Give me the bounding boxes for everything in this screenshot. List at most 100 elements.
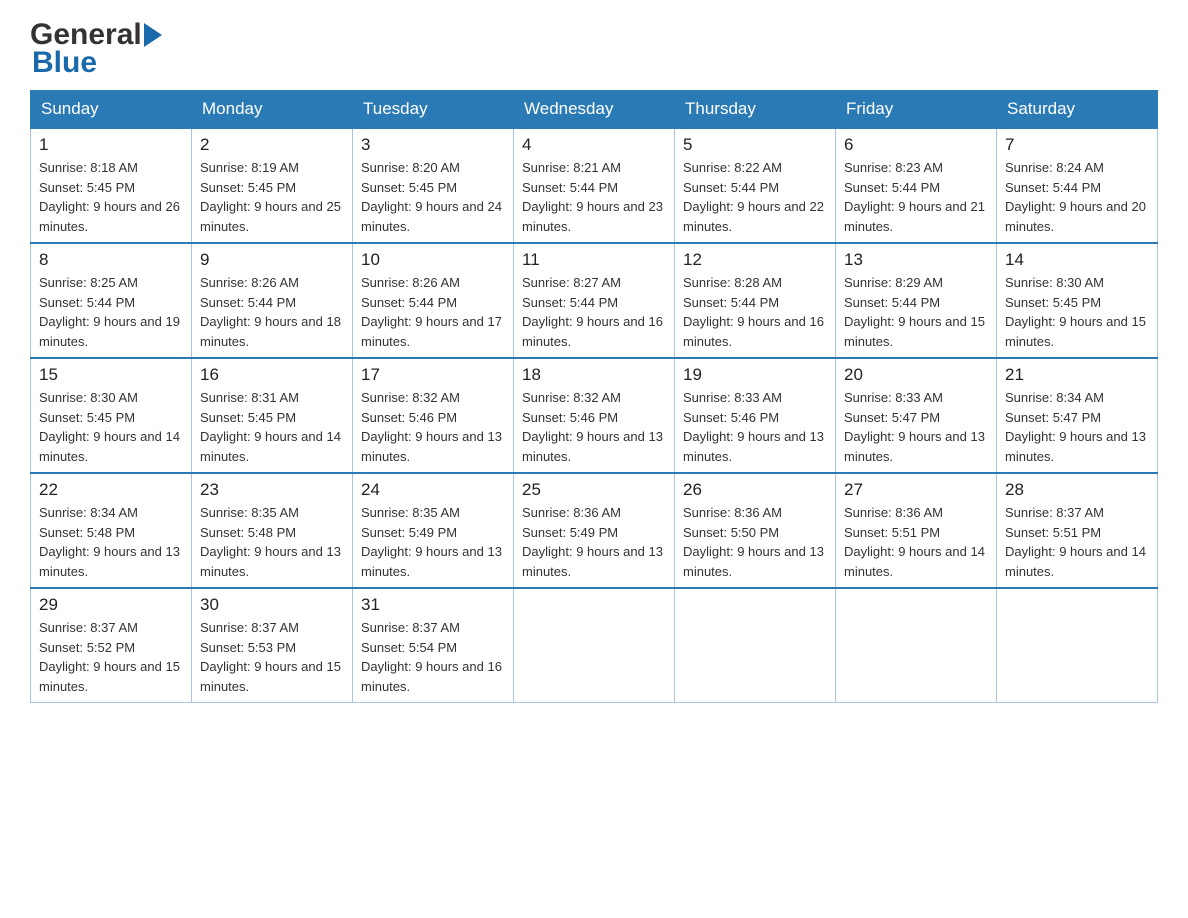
calendar-cell: 12 Sunrise: 8:28 AMSunset: 5:44 PMDaylig… xyxy=(675,243,836,358)
weekday-header-saturday: Saturday xyxy=(997,91,1158,129)
weekday-header-friday: Friday xyxy=(836,91,997,129)
calendar-body: 1 Sunrise: 8:18 AMSunset: 5:45 PMDayligh… xyxy=(31,128,1158,703)
day-number: 7 xyxy=(1005,135,1149,155)
calendar-week-1: 1 Sunrise: 8:18 AMSunset: 5:45 PMDayligh… xyxy=(31,128,1158,243)
day-number: 23 xyxy=(200,480,344,500)
day-number: 26 xyxy=(683,480,827,500)
weekday-header-thursday: Thursday xyxy=(675,91,836,129)
day-number: 27 xyxy=(844,480,988,500)
weekday-header-row: SundayMondayTuesdayWednesdayThursdayFrid… xyxy=(31,91,1158,129)
day-info: Sunrise: 8:20 AMSunset: 5:45 PMDaylight:… xyxy=(361,158,505,236)
calendar-cell: 23 Sunrise: 8:35 AMSunset: 5:48 PMDaylig… xyxy=(192,473,353,588)
day-number: 22 xyxy=(39,480,183,500)
calendar-cell xyxy=(836,588,997,703)
day-info: Sunrise: 8:34 AMSunset: 5:47 PMDaylight:… xyxy=(1005,388,1149,466)
calendar-cell: 29 Sunrise: 8:37 AMSunset: 5:52 PMDaylig… xyxy=(31,588,192,703)
weekday-header-wednesday: Wednesday xyxy=(514,91,675,129)
day-info: Sunrise: 8:23 AMSunset: 5:44 PMDaylight:… xyxy=(844,158,988,236)
day-info: Sunrise: 8:36 AMSunset: 5:50 PMDaylight:… xyxy=(683,503,827,581)
calendar-cell xyxy=(997,588,1158,703)
calendar-cell: 2 Sunrise: 8:19 AMSunset: 5:45 PMDayligh… xyxy=(192,128,353,243)
calendar-cell: 26 Sunrise: 8:36 AMSunset: 5:50 PMDaylig… xyxy=(675,473,836,588)
day-number: 31 xyxy=(361,595,505,615)
day-number: 12 xyxy=(683,250,827,270)
calendar-cell: 3 Sunrise: 8:20 AMSunset: 5:45 PMDayligh… xyxy=(353,128,514,243)
day-info: Sunrise: 8:24 AMSunset: 5:44 PMDaylight:… xyxy=(1005,158,1149,236)
calendar-week-5: 29 Sunrise: 8:37 AMSunset: 5:52 PMDaylig… xyxy=(31,588,1158,703)
logo: General Blue xyxy=(30,20,164,80)
calendar-header: SundayMondayTuesdayWednesdayThursdayFrid… xyxy=(31,91,1158,129)
day-info: Sunrise: 8:21 AMSunset: 5:44 PMDaylight:… xyxy=(522,158,666,236)
calendar-cell: 9 Sunrise: 8:26 AMSunset: 5:44 PMDayligh… xyxy=(192,243,353,358)
day-info: Sunrise: 8:26 AMSunset: 5:44 PMDaylight:… xyxy=(200,273,344,351)
calendar-week-2: 8 Sunrise: 8:25 AMSunset: 5:44 PMDayligh… xyxy=(31,243,1158,358)
day-number: 15 xyxy=(39,365,183,385)
calendar-cell: 30 Sunrise: 8:37 AMSunset: 5:53 PMDaylig… xyxy=(192,588,353,703)
day-info: Sunrise: 8:19 AMSunset: 5:45 PMDaylight:… xyxy=(200,158,344,236)
calendar-cell: 24 Sunrise: 8:35 AMSunset: 5:49 PMDaylig… xyxy=(353,473,514,588)
day-number: 3 xyxy=(361,135,505,155)
day-info: Sunrise: 8:36 AMSunset: 5:49 PMDaylight:… xyxy=(522,503,666,581)
day-info: Sunrise: 8:32 AMSunset: 5:46 PMDaylight:… xyxy=(522,388,666,466)
day-info: Sunrise: 8:22 AMSunset: 5:44 PMDaylight:… xyxy=(683,158,827,236)
calendar-cell: 31 Sunrise: 8:37 AMSunset: 5:54 PMDaylig… xyxy=(353,588,514,703)
calendar-cell: 13 Sunrise: 8:29 AMSunset: 5:44 PMDaylig… xyxy=(836,243,997,358)
day-number: 8 xyxy=(39,250,183,270)
day-number: 11 xyxy=(522,250,666,270)
day-info: Sunrise: 8:37 AMSunset: 5:51 PMDaylight:… xyxy=(1005,503,1149,581)
day-number: 21 xyxy=(1005,365,1149,385)
day-number: 13 xyxy=(844,250,988,270)
day-number: 2 xyxy=(200,135,344,155)
day-number: 20 xyxy=(844,365,988,385)
calendar-cell: 16 Sunrise: 8:31 AMSunset: 5:45 PMDaylig… xyxy=(192,358,353,473)
day-number: 14 xyxy=(1005,250,1149,270)
calendar-week-3: 15 Sunrise: 8:30 AMSunset: 5:45 PMDaylig… xyxy=(31,358,1158,473)
calendar-cell: 7 Sunrise: 8:24 AMSunset: 5:44 PMDayligh… xyxy=(997,128,1158,243)
calendar-cell: 17 Sunrise: 8:32 AMSunset: 5:46 PMDaylig… xyxy=(353,358,514,473)
day-number: 18 xyxy=(522,365,666,385)
day-info: Sunrise: 8:26 AMSunset: 5:44 PMDaylight:… xyxy=(361,273,505,351)
day-number: 17 xyxy=(361,365,505,385)
day-number: 28 xyxy=(1005,480,1149,500)
calendar-cell: 20 Sunrise: 8:33 AMSunset: 5:47 PMDaylig… xyxy=(836,358,997,473)
day-info: Sunrise: 8:37 AMSunset: 5:53 PMDaylight:… xyxy=(200,618,344,696)
day-info: Sunrise: 8:30 AMSunset: 5:45 PMDaylight:… xyxy=(1005,273,1149,351)
calendar-table: SundayMondayTuesdayWednesdayThursdayFrid… xyxy=(30,90,1158,703)
calendar-cell: 11 Sunrise: 8:27 AMSunset: 5:44 PMDaylig… xyxy=(514,243,675,358)
day-info: Sunrise: 8:30 AMSunset: 5:45 PMDaylight:… xyxy=(39,388,183,466)
calendar-cell xyxy=(675,588,836,703)
weekday-header-tuesday: Tuesday xyxy=(353,91,514,129)
day-number: 4 xyxy=(522,135,666,155)
page-header: General Blue xyxy=(30,20,1158,80)
logo-blue-text: Blue xyxy=(32,46,97,79)
day-number: 5 xyxy=(683,135,827,155)
calendar-cell: 5 Sunrise: 8:22 AMSunset: 5:44 PMDayligh… xyxy=(675,128,836,243)
day-info: Sunrise: 8:33 AMSunset: 5:47 PMDaylight:… xyxy=(844,388,988,466)
day-number: 24 xyxy=(361,480,505,500)
day-number: 1 xyxy=(39,135,183,155)
day-number: 16 xyxy=(200,365,344,385)
calendar-cell xyxy=(514,588,675,703)
calendar-cell: 8 Sunrise: 8:25 AMSunset: 5:44 PMDayligh… xyxy=(31,243,192,358)
calendar-cell: 6 Sunrise: 8:23 AMSunset: 5:44 PMDayligh… xyxy=(836,128,997,243)
calendar-cell: 22 Sunrise: 8:34 AMSunset: 5:48 PMDaylig… xyxy=(31,473,192,588)
calendar-cell: 14 Sunrise: 8:30 AMSunset: 5:45 PMDaylig… xyxy=(997,243,1158,358)
day-info: Sunrise: 8:36 AMSunset: 5:51 PMDaylight:… xyxy=(844,503,988,581)
weekday-header-sunday: Sunday xyxy=(31,91,192,129)
day-number: 29 xyxy=(39,595,183,615)
calendar-cell: 28 Sunrise: 8:37 AMSunset: 5:51 PMDaylig… xyxy=(997,473,1158,588)
calendar-cell: 19 Sunrise: 8:33 AMSunset: 5:46 PMDaylig… xyxy=(675,358,836,473)
day-number: 6 xyxy=(844,135,988,155)
day-info: Sunrise: 8:33 AMSunset: 5:46 PMDaylight:… xyxy=(683,388,827,466)
calendar-cell: 18 Sunrise: 8:32 AMSunset: 5:46 PMDaylig… xyxy=(514,358,675,473)
day-info: Sunrise: 8:31 AMSunset: 5:45 PMDaylight:… xyxy=(200,388,344,466)
calendar-cell: 27 Sunrise: 8:36 AMSunset: 5:51 PMDaylig… xyxy=(836,473,997,588)
logo-arrow-icon xyxy=(144,23,162,47)
calendar-week-4: 22 Sunrise: 8:34 AMSunset: 5:48 PMDaylig… xyxy=(31,473,1158,588)
calendar-cell: 21 Sunrise: 8:34 AMSunset: 5:47 PMDaylig… xyxy=(997,358,1158,473)
calendar-cell: 4 Sunrise: 8:21 AMSunset: 5:44 PMDayligh… xyxy=(514,128,675,243)
day-info: Sunrise: 8:29 AMSunset: 5:44 PMDaylight:… xyxy=(844,273,988,351)
calendar-cell: 1 Sunrise: 8:18 AMSunset: 5:45 PMDayligh… xyxy=(31,128,192,243)
day-info: Sunrise: 8:18 AMSunset: 5:45 PMDaylight:… xyxy=(39,158,183,236)
day-info: Sunrise: 8:35 AMSunset: 5:48 PMDaylight:… xyxy=(200,503,344,581)
